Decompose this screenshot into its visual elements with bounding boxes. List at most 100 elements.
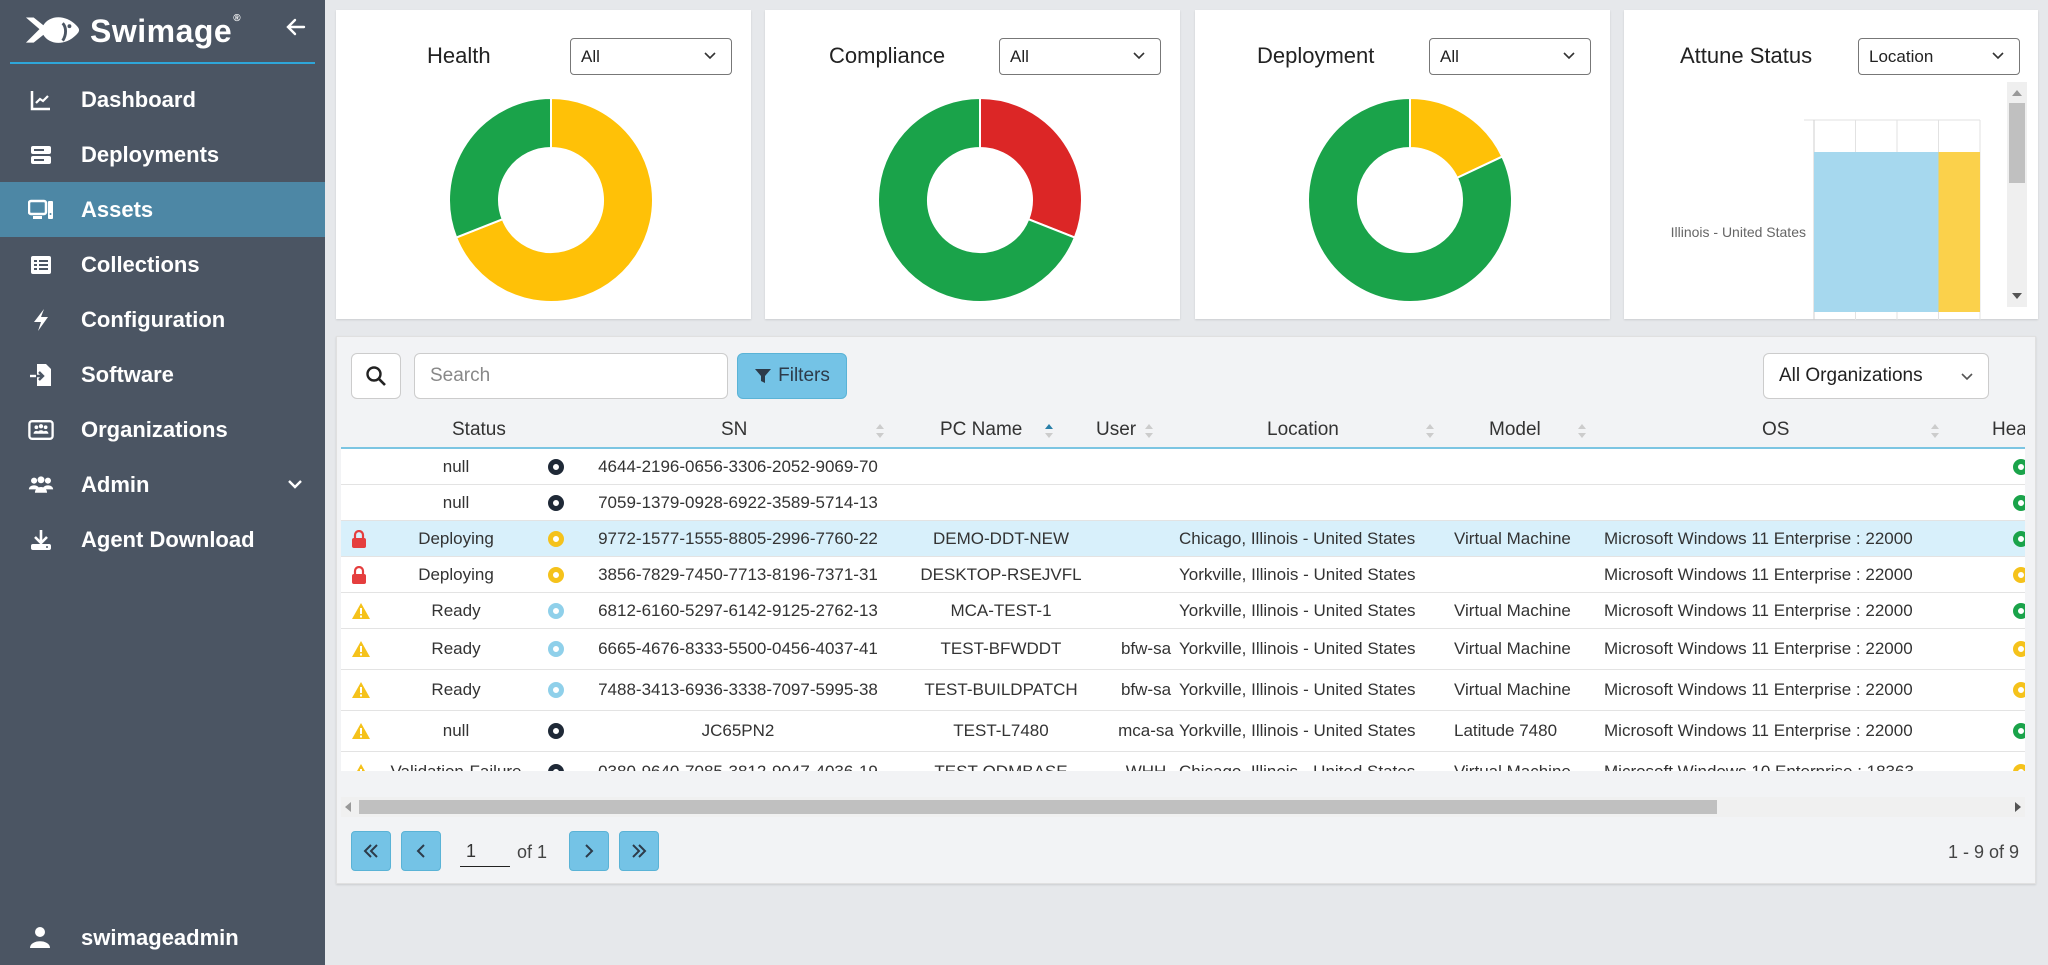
table-row[interactable]: Deploying 9772-1577-1555-8805-2996-7760-2…: [341, 521, 2025, 557]
donut-slice-non-compliant[interactable]: [979, 96, 1083, 239]
table-row[interactable]: Deploying 3856-7829-7450-7713-8196-7371-3…: [341, 557, 2025, 593]
attune-status-title: Attune Status: [1680, 43, 1813, 68]
table-row[interactable]: null JC65PN2 TEST-L7480 mca-sa Yorkville, Il…: [341, 711, 2025, 752]
table-row[interactable]: Ready 6665-4676-8333-5500-0456-4037-41 TES…: [341, 629, 2025, 670]
sidebar-item-agent-download[interactable]: Agent Download: [0, 512, 325, 567]
health-ring: [2013, 494, 2025, 511]
status-dot-icon: [548, 711, 564, 751]
column-header-model[interactable]: Model: [1489, 419, 1541, 441]
table-row[interactable]: Validation-Failure 0380-9640-7085-3812-90…: [341, 752, 2025, 771]
organization-select-value: All Organizations: [1779, 365, 1923, 386]
column-header-user[interactable]: User: [1096, 419, 1136, 441]
health-ring: [2013, 602, 2025, 619]
fish-logo-icon: [25, 17, 80, 43]
column-header-os[interactable]: OS: [1762, 419, 1789, 441]
deployment-filter-select[interactable]: All: [1429, 38, 1591, 75]
status-dot-icon: [548, 485, 564, 520]
page-count: of 1: [517, 842, 548, 862]
os-cell: [1604, 485, 1964, 520]
sidebar-item-admin[interactable]: Admin: [0, 457, 325, 512]
sort-icon[interactable]: [1425, 423, 1435, 439]
model-cell: Virtual Machine: [1454, 528, 1571, 548]
scroll-right-arrow[interactable]: [2015, 802, 2021, 812]
table-row[interactable]: Ready 7488-3413-6936-3338-7097-5995-38 TES…: [341, 670, 2025, 711]
pc-name-cell: TEST-BFWDDT: [940, 639, 1062, 658]
status-cell: Validation-Failure: [381, 752, 531, 771]
column-header-status[interactable]: Status: [452, 419, 506, 441]
location-cell: Chicago, Illinois - United States: [1179, 752, 1439, 771]
sort-icon[interactable]: [875, 423, 885, 439]
user-icon: [28, 925, 54, 951]
horizontal-scrollbar[interactable]: [341, 797, 2025, 817]
model-cell: Virtual Machine: [1454, 639, 1571, 658]
record-range: 1 - 9 of 9: [1947, 842, 2019, 862]
chevron-down-icon[interactable]: [285, 474, 305, 500]
sidebar-item-assets[interactable]: Assets: [0, 182, 325, 237]
attune-filter-select[interactable]: Location: [1858, 38, 2020, 75]
health-ring: [2013, 458, 2025, 475]
sort-ascending-icon[interactable]: [1044, 423, 1054, 439]
compliance-card: Compliance All: [765, 10, 1180, 319]
attune-chart-scrollbar[interactable]: [2007, 82, 2027, 307]
status-ring: [548, 566, 564, 583]
sn-cell: 6812-6160-5297-6142-9125-2762-13: [598, 600, 878, 620]
location-cell: [1179, 485, 1439, 520]
column-header-health[interactable]: Heal: [1992, 419, 2025, 441]
status-cell: null: [442, 492, 470, 512]
bar-ready[interactable]: [1814, 152, 1939, 312]
warning-icon: [351, 752, 371, 771]
os-cell: [1604, 449, 1964, 484]
sort-icon[interactable]: [1930, 423, 1940, 439]
sidebar-item-deployments[interactable]: Deployments: [0, 127, 325, 182]
status-dot-icon: [548, 629, 564, 669]
health-ring: [2013, 723, 2025, 739]
last-page-button[interactable]: [619, 831, 659, 871]
table-row[interactable]: null 4644-2196-0656-3306-2052-9069-70: [341, 449, 2025, 485]
next-page-button[interactable]: [569, 831, 609, 871]
table-row[interactable]: null 7059-1379-0928-6922-3589-5714-13: [341, 485, 2025, 521]
status-cell: Ready: [431, 639, 481, 658]
pc-name-cell: TEST-BUILDPATCH: [924, 680, 1078, 699]
first-page-button[interactable]: [351, 831, 391, 871]
collapse-sidebar-button[interactable]: [285, 16, 307, 45]
column-header-sn[interactable]: SN: [721, 419, 747, 441]
scroll-left-arrow[interactable]: [345, 802, 351, 812]
page-number-input[interactable]: [460, 837, 510, 867]
donut-slice-healthy[interactable]: [448, 96, 552, 239]
bar-deploying[interactable]: [1938, 152, 1981, 312]
sidebar-item-software[interactable]: Software: [0, 347, 325, 402]
sidebar-item-configuration[interactable]: Configuration: [0, 292, 325, 347]
status-dot-icon: [548, 449, 564, 484]
scroll-down-arrow[interactable]: [2012, 293, 2022, 299]
model-cell: [1454, 449, 1594, 484]
table-row[interactable]: Ready 6812-6160-5297-6142-9125-2762-13 MCA…: [341, 593, 2025, 629]
search-input[interactable]: [414, 353, 728, 399]
health-filter-select[interactable]: All: [570, 38, 732, 75]
bolt-icon: [28, 307, 54, 333]
location-cell: [1179, 449, 1439, 484]
health-ring: [2013, 641, 2025, 657]
status-cell: null: [442, 721, 470, 740]
user-menu[interactable]: swimageadmin: [0, 910, 325, 965]
sort-icon[interactable]: [1577, 423, 1587, 439]
scroll-up-arrow[interactable]: [2012, 90, 2022, 96]
column-header-location[interactable]: Location: [1267, 419, 1339, 441]
column-header-pc-name[interactable]: PC Name: [940, 419, 1022, 441]
previous-page-button[interactable]: [401, 831, 441, 871]
sidebar-item-dashboard[interactable]: Dashboard: [0, 72, 325, 127]
health-dot-icon: [2013, 752, 2025, 771]
scrollbar-thumb[interactable]: [359, 800, 1717, 814]
sidebar-item-organizations[interactable]: Organizations: [0, 402, 325, 457]
sort-icon[interactable]: [1144, 423, 1154, 439]
organization-select[interactable]: All Organizations: [1763, 353, 1989, 399]
health-ring: [2013, 682, 2025, 698]
attune-bar-chart: Illinois - United States: [1671, 119, 1981, 320]
filters-button[interactable]: Filters: [737, 353, 847, 399]
health-dot-icon: [2013, 557, 2025, 592]
table-header: Status SN PC Name User Location Model OS…: [341, 411, 2025, 449]
sidebar-item-collections[interactable]: Collections: [0, 237, 325, 292]
compliance-filter-select[interactable]: All: [999, 38, 1161, 75]
os-cell: Microsoft Windows 11 Enterprise : 22000: [1604, 680, 1913, 699]
search-button[interactable]: [351, 353, 401, 399]
scrollbar-thumb[interactable]: [2009, 103, 2025, 183]
